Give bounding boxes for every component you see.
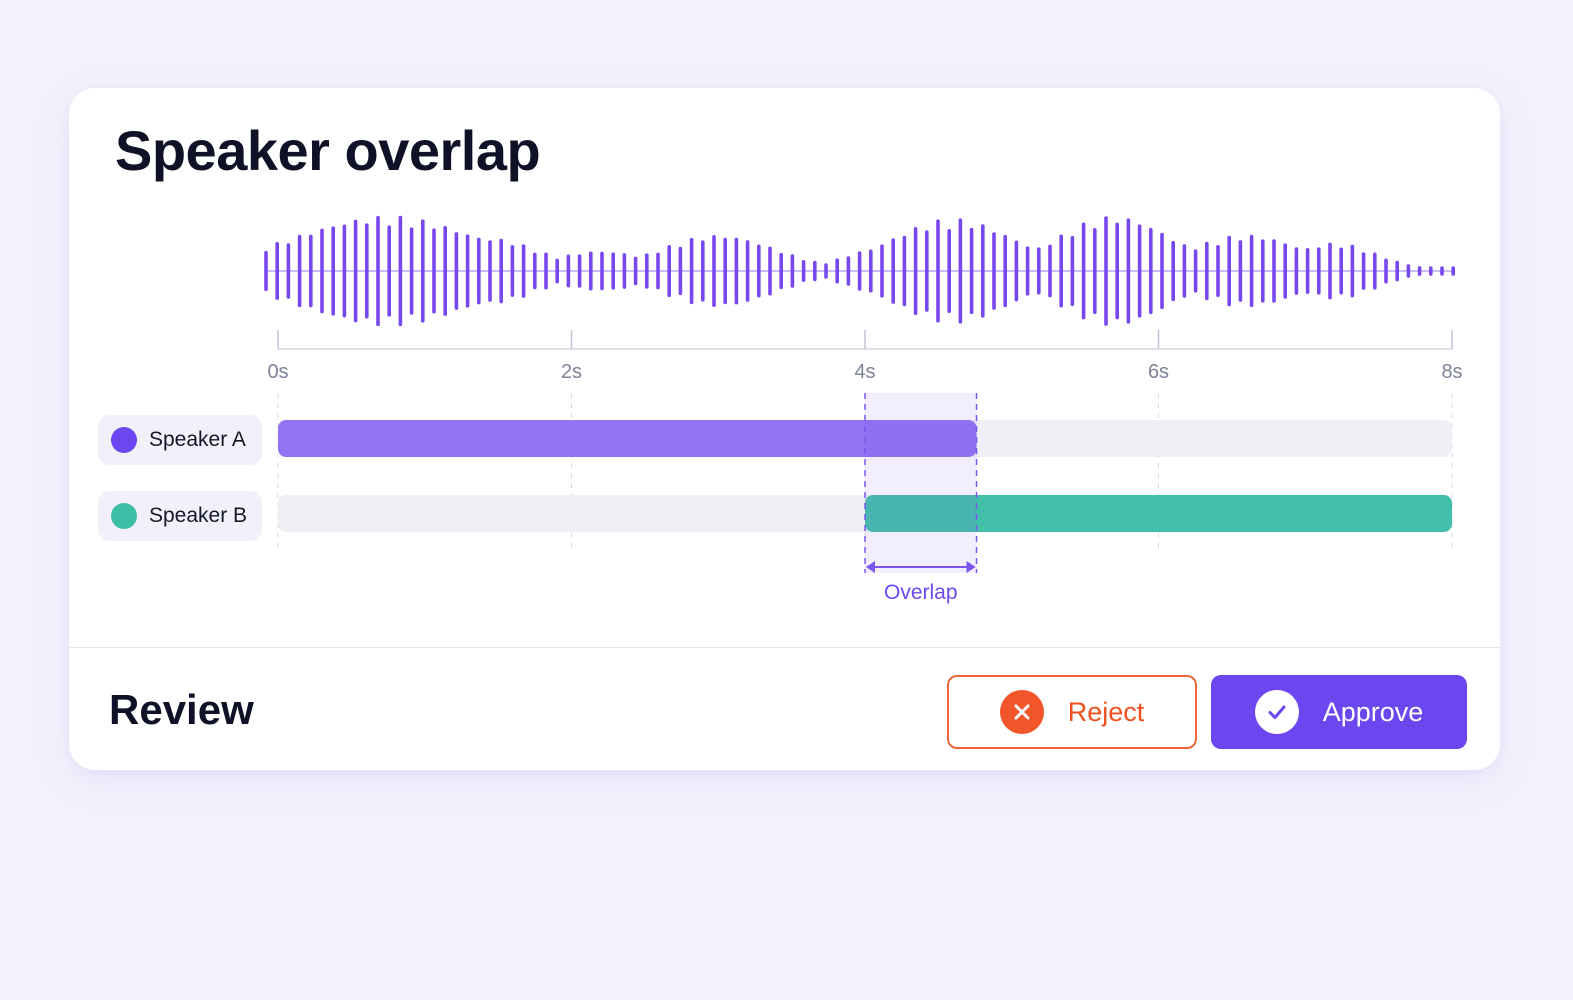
reject-button[interactable]: Reject (947, 675, 1197, 749)
speaker-b-color-dot (111, 503, 137, 529)
tick-label: 4s (854, 361, 875, 383)
tick-label: 0s (267, 361, 288, 383)
speaker-a-chip: Speaker A (98, 415, 262, 465)
speaker-a-color-dot (111, 427, 137, 453)
time-axis: 0s 2s 4s 6s 8s (267, 330, 1463, 383)
approve-button[interactable]: Approve (1211, 675, 1467, 749)
speaker-b-chip: Speaker B (98, 491, 262, 541)
timeline-chart: 0s 2s 4s 6s 8s Overlap (264, 215, 1463, 604)
review-card: Speaker overlap 0s 2s 4s 6s 8s Overlap Speak… (69, 88, 1500, 770)
overlap-shade (865, 393, 977, 573)
overlap-label: Overlap (884, 581, 958, 604)
tick-label: 2s (561, 361, 582, 383)
tick-label: 8s (1441, 361, 1462, 383)
overlap-region: Overlap (864, 393, 978, 604)
divider (69, 647, 1500, 648)
review-heading: Review (109, 686, 254, 733)
speaker-b-label: Speaker B (149, 504, 248, 527)
close-icon (999, 690, 1044, 734)
approve-label: Approve (1322, 696, 1424, 727)
reject-label: Reject (1067, 696, 1145, 727)
tick-label: 6s (1148, 361, 1169, 383)
speaker-a-label: Speaker A (149, 428, 246, 451)
waveform (264, 215, 1455, 327)
checkmark-icon (1254, 690, 1299, 734)
